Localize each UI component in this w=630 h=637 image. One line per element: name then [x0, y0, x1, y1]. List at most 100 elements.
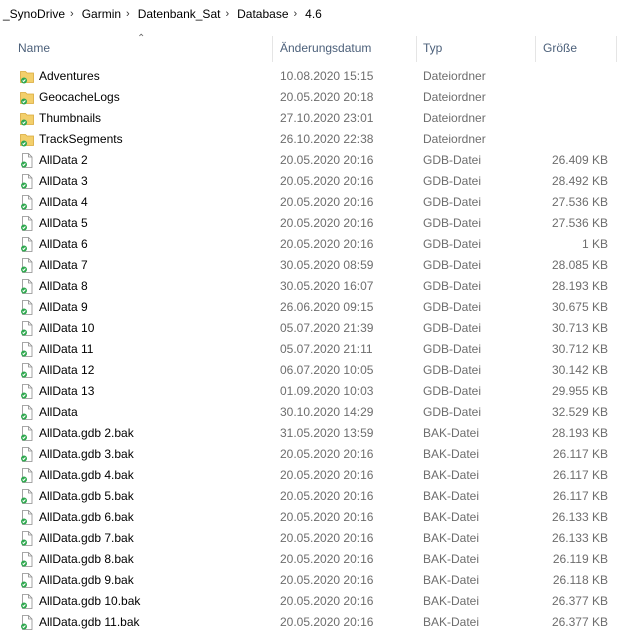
file-row[interactable]: AllData.gdb 10.bak 20.05.2020 20:16 BAK-Da…: [0, 591, 630, 612]
file-size: 26.377 KB: [551, 594, 608, 608]
column-divider[interactable]: [616, 36, 617, 62]
file-date: 20.05.2020 20:16: [280, 195, 374, 209]
file-synced-icon: [20, 447, 34, 462]
breadcrumb-item[interactable]: Database: [232, 7, 290, 21]
column-header-date[interactable]: Änderungsdatum: [280, 34, 371, 62]
file-row[interactable]: AllData.gdb 9.bak 20.05.2020 20:16 BAK-Dat…: [0, 570, 630, 591]
chevron-right-icon[interactable]: ›: [67, 8, 77, 20]
file-synced-icon: [20, 153, 34, 168]
file-synced-icon: [20, 468, 34, 483]
file-type: BAK-Datei: [423, 510, 480, 524]
chevron-right-icon[interactable]: ›: [291, 8, 301, 20]
file-row[interactable]: AllData.gdb 5.bak 20.05.2020 20:16 BAK-Dat…: [0, 486, 630, 507]
file-row[interactable]: AllData 5 20.05.2020 20:16 GDB-Datei 27.536…: [0, 213, 630, 234]
breadcrumb-item[interactable]: 4.6: [300, 7, 324, 21]
breadcrumb-item[interactable]: _SynoDrive: [0, 7, 67, 21]
file-synced-icon: [20, 237, 34, 252]
file-name: AllData 6: [39, 237, 88, 251]
file-name: AllData 12: [39, 363, 95, 377]
folder-row[interactable]: TrackSegments 26.10.2020 22:38 Dateiordner: [0, 129, 630, 150]
file-date: 10.08.2020 15:15: [280, 69, 374, 83]
file-type: GDB-Datei: [423, 216, 482, 230]
file-date: 26.10.2020 22:38: [280, 132, 374, 146]
file-type: GDB-Datei: [423, 237, 482, 251]
file-name: AllData 9: [39, 300, 88, 314]
file-date: 20.05.2020 20:16: [280, 468, 374, 482]
file-row[interactable]: AllData.gdb 3.bak 20.05.2020 20:16 BAK-Dat…: [0, 444, 630, 465]
file-date: 20.05.2020 20:16: [280, 594, 374, 608]
file-date: 26.06.2020 09:15: [280, 300, 374, 314]
file-synced-icon: [20, 342, 34, 357]
column-divider[interactable]: [416, 36, 417, 62]
file-name: AllData.gdb 6.bak: [39, 510, 134, 524]
column-header-name[interactable]: Name: [18, 34, 50, 62]
file-row[interactable]: AllData 4 20.05.2020 20:16 GDB-Datei 27.536…: [0, 192, 630, 213]
file-date: 30.05.2020 16:07: [280, 279, 374, 293]
file-row[interactable]: AllData 8 30.05.2020 16:07 GDB-Datei 28.193…: [0, 276, 630, 297]
file-type: BAK-Datei: [423, 615, 480, 629]
breadcrumb-item[interactable]: Datenbank_Sat: [133, 7, 223, 21]
file-name: Adventures: [39, 69, 100, 83]
file-synced-icon: [20, 615, 34, 630]
file-row[interactable]: AllData.gdb 6.bak 20.05.2020 20:16 BAK-Dat…: [0, 507, 630, 528]
folder-row[interactable]: Adventures 10.08.2020 15:15 Dateiordner: [0, 66, 630, 87]
file-row[interactable]: AllData.gdb 2.bak 31.05.2020 13:59 BAK-Dat…: [0, 423, 630, 444]
file-date: 20.05.2020 20:16: [280, 174, 374, 188]
folder-row[interactable]: GeocacheLogs 20.05.2020 20:18 Dateiordner: [0, 87, 630, 108]
file-size: 27.536 KB: [551, 195, 608, 209]
file-size: 26.119 KB: [552, 552, 608, 566]
file-synced-icon: [20, 258, 34, 273]
file-row[interactable]: AllData.gdb 7.bak 20.05.2020 20:16 BAK-Dat…: [0, 528, 630, 549]
file-size: 26.133 KB: [551, 531, 608, 545]
file-type: Dateiordner: [423, 90, 486, 104]
file-row[interactable]: AllData.gdb 4.bak 20.05.2020 20:16 BAK-Dat…: [0, 465, 630, 486]
file-date: 05.07.2020 21:11: [280, 342, 373, 356]
file-date: 20.05.2020 20:16: [280, 615, 374, 629]
file-date: 20.05.2020 20:16: [280, 216, 374, 230]
file-size: 30.142 KB: [551, 363, 608, 377]
file-name: AllData.gdb 8.bak: [39, 552, 134, 566]
breadcrumb-item[interactable]: Garmin: [77, 7, 123, 21]
column-divider[interactable]: [535, 36, 536, 62]
file-row[interactable]: AllData 2 20.05.2020 20:16 GDB-Datei 26.409…: [0, 150, 630, 171]
file-row[interactable]: AllData 12 06.07.2020 10:05 GDB-Datei 30.14…: [0, 360, 630, 381]
file-synced-icon: [20, 573, 34, 588]
file-row[interactable]: AllData 7 30.05.2020 08:59 GDB-Datei 28.085…: [0, 255, 630, 276]
file-date: 20.05.2020 20:16: [280, 573, 374, 587]
chevron-right-icon[interactable]: ›: [222, 8, 232, 20]
file-synced-icon: [20, 279, 34, 294]
file-row[interactable]: AllData.gdb 11.bak 20.05.2020 20:16 BAK-Da…: [0, 612, 630, 633]
file-name: AllData 11: [39, 342, 94, 356]
file-type: GDB-Datei: [423, 300, 482, 314]
file-name: AllData.gdb 10.bak: [39, 594, 141, 608]
file-row[interactable]: AllData 3 20.05.2020 20:16 GDB-Datei 28.492…: [0, 171, 630, 192]
file-date: 06.07.2020 10:05: [280, 363, 374, 377]
file-name: AllData: [39, 405, 78, 419]
file-synced-icon: [20, 594, 34, 609]
file-row[interactable]: AllData 11 05.07.2020 21:11 GDB-Datei 30.71…: [0, 339, 630, 360]
chevron-right-icon[interactable]: ›: [123, 8, 133, 20]
column-header-type[interactable]: Typ: [423, 34, 442, 62]
file-type: GDB-Datei: [423, 174, 482, 188]
file-name: AllData 7: [39, 258, 88, 272]
folder-row[interactable]: Thumbnails 27.10.2020 23:01 Dateiordner: [0, 108, 630, 129]
column-divider[interactable]: [272, 36, 273, 62]
file-size: 1 KB: [581, 237, 608, 251]
column-header-size[interactable]: Größe: [543, 34, 577, 62]
file-row[interactable]: AllData 30.10.2020 14:29 GDB-Datei 32.529 K…: [0, 402, 630, 423]
file-row[interactable]: AllData.gdb 8.bak 20.05.2020 20:16 BAK-Dat…: [0, 549, 630, 570]
file-size: 32.529 KB: [551, 405, 608, 419]
file-row[interactable]: AllData 10 05.07.2020 21:39 GDB-Datei 30.71…: [0, 318, 630, 339]
file-name: TrackSegments: [39, 132, 123, 146]
file-row[interactable]: AllData 9 26.06.2020 09:15 GDB-Datei 30.675…: [0, 297, 630, 318]
file-type: GDB-Datei: [423, 384, 482, 398]
file-synced-icon: [20, 216, 34, 231]
file-name: AllData 8: [39, 279, 88, 293]
file-name: AllData.gdb 11.bak: [39, 615, 140, 629]
file-size: 28.085 KB: [551, 258, 608, 272]
file-row[interactable]: AllData 13 01.09.2020 10:03 GDB-Datei 29.95…: [0, 381, 630, 402]
file-synced-icon: [20, 552, 34, 567]
file-row[interactable]: AllData 6 20.05.2020 20:16 GDB-Datei 1 KB: [0, 234, 630, 255]
file-date: 20.05.2020 20:16: [280, 552, 374, 566]
file-name: AllData.gdb 2.bak: [39, 426, 134, 440]
